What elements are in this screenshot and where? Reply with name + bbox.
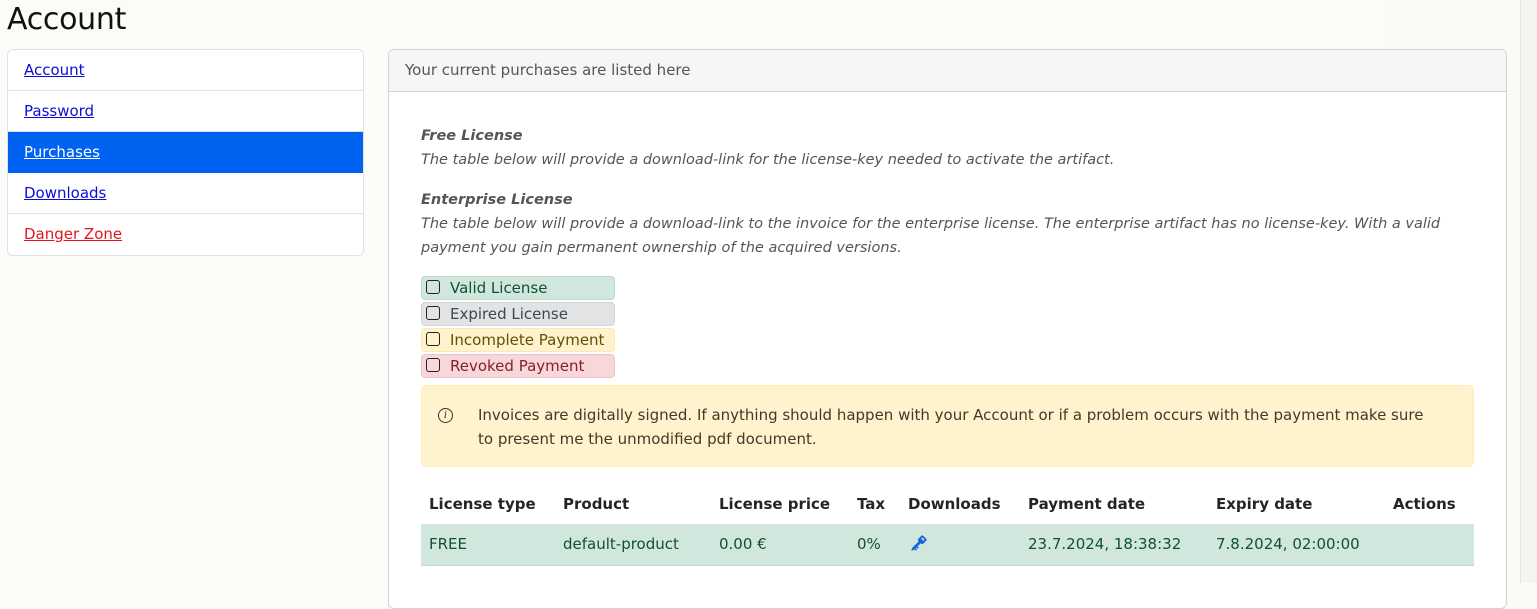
cell-license-type: FREE	[421, 524, 555, 566]
column-header-tax: Tax	[857, 495, 886, 513]
table-header-row: License type Product License price Tax D…	[421, 484, 1474, 524]
sidebar-link-password[interactable]: Password	[24, 102, 94, 120]
column-header-expiry-date: Expiry date	[1216, 495, 1313, 513]
cell-tax: 0%	[849, 524, 900, 566]
cell-license-price: 0.00 €	[711, 524, 849, 566]
info-circle-icon: i	[438, 408, 453, 423]
legend-label-expired: Expired License	[450, 305, 568, 323]
cell-actions	[1385, 524, 1474, 566]
sidebar-item-password[interactable]: Password	[8, 91, 363, 132]
sidebar-link-purchases[interactable]: Purchases	[24, 143, 100, 161]
free-license-text: The table below will provide a download-…	[421, 152, 1115, 168]
page-scrollbar-track[interactable]	[1520, 0, 1537, 583]
legend-incomplete-payment[interactable]: Incomplete Payment	[421, 328, 615, 352]
enterprise-license-info: Enterprise License The table below will …	[421, 188, 1474, 260]
legend-label-incomplete: Incomplete Payment	[450, 331, 605, 349]
purchases-table: License type Product License price Tax D…	[421, 484, 1474, 566]
sidebar-item-purchases[interactable]: Purchases	[8, 132, 363, 173]
legend-revoked-payment[interactable]: Revoked Payment	[421, 354, 615, 378]
legend-checkbox-expired[interactable]	[426, 305, 440, 320]
column-header-license-price: License price	[719, 495, 831, 513]
card-header: Your current purchases are listed here	[389, 50, 1506, 92]
legend-checkbox-valid[interactable]	[426, 279, 440, 294]
cell-expiry-date: 7.8.2024, 02:00:00	[1208, 524, 1385, 566]
free-license-info: Free License The table below will provid…	[421, 124, 1474, 172]
sidebar-item-danger-zone[interactable]: Danger Zone	[8, 214, 363, 255]
alert-text: Invoices are digitally signed. If anythi…	[478, 406, 1424, 448]
legend-checkbox-incomplete[interactable]	[426, 331, 440, 346]
sidebar-link-danger-zone[interactable]: Danger Zone	[24, 225, 122, 243]
enterprise-license-text: The table below will provide a download-…	[421, 216, 1441, 256]
legend-expired-license[interactable]: Expired License	[421, 302, 615, 326]
column-header-product: Product	[563, 495, 630, 513]
sidebar-link-account[interactable]: Account	[24, 61, 85, 79]
legend-label-revoked: Revoked Payment	[450, 357, 585, 375]
enterprise-license-title: Enterprise License	[421, 192, 573, 208]
cell-product: default-product	[555, 524, 711, 566]
legend-label-valid: Valid License	[450, 279, 548, 297]
table-row: FREE default-product 0.00 € 0% 23.7.2024…	[421, 524, 1474, 566]
account-sidebar-nav: Account Password Purchases Downloads Dan…	[7, 49, 364, 256]
sidebar-item-downloads[interactable]: Downloads	[8, 173, 363, 214]
legend-valid-license[interactable]: Valid License	[421, 276, 615, 300]
invoice-info-alert: i Invoices are digitally signed. If anyt…	[421, 385, 1474, 467]
legend-checkbox-revoked[interactable]	[426, 357, 440, 372]
cell-downloads	[900, 524, 1020, 566]
purchases-card: Your current purchases are listed here F…	[388, 49, 1507, 609]
card-body: Free License The table below will provid…	[389, 92, 1506, 566]
sidebar-item-account[interactable]: Account	[8, 50, 363, 91]
key-icon[interactable]	[908, 534, 928, 554]
sidebar-link-downloads[interactable]: Downloads	[24, 184, 106, 202]
column-header-downloads: Downloads	[908, 495, 1001, 513]
page-title: Account	[7, 2, 127, 37]
free-license-title: Free License	[421, 128, 523, 144]
cell-payment-date: 23.7.2024, 18:38:32	[1020, 524, 1208, 566]
column-header-actions: Actions	[1393, 495, 1456, 513]
license-status-legend: Valid License Expired License Incomplete…	[421, 276, 615, 378]
column-header-payment-date: Payment date	[1028, 495, 1146, 513]
column-header-license-type: License type	[429, 495, 536, 513]
